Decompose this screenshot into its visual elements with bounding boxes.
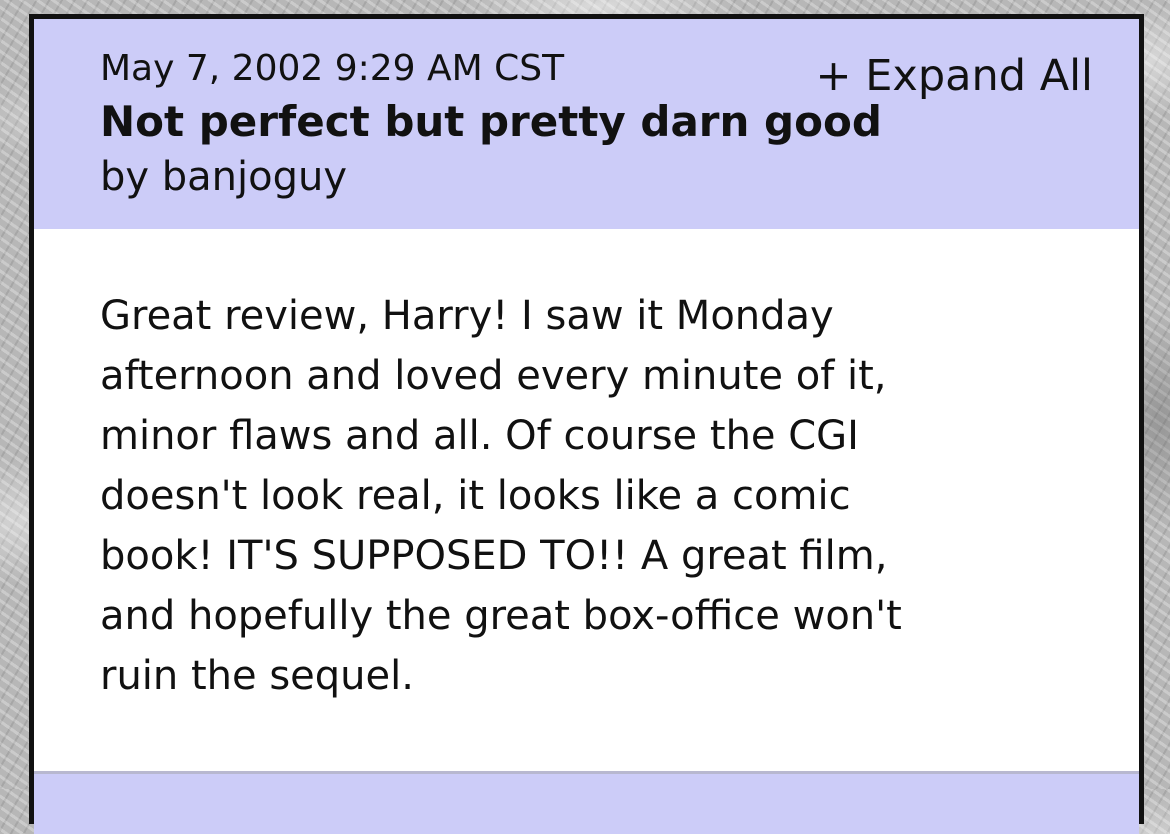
comment-timestamp: May 7, 2002 9:29 AM CST [100, 48, 565, 89]
comment-header: May 7, 2002 9:29 AM CST + Expand All Not… [34, 19, 1139, 229]
comment-card: May 7, 2002 9:29 AM CST + Expand All Not… [29, 14, 1144, 834]
comment-body-line: and hopefully the great box-office won't [100, 593, 902, 639]
next-comment-header [34, 771, 1139, 834]
comment-body-line: Great review, Harry! I saw it Monday [100, 293, 834, 339]
comment-body-line: doesn't look real, it looks like a comic [100, 473, 851, 519]
comment-body-line: afternoon and loved every minute of it, [100, 353, 887, 399]
comment-body-line: book! IT'S SUPPOSED TO!! A great film, [100, 533, 888, 579]
comment-author: by banjoguy [100, 154, 348, 200]
expand-all-link[interactable]: + Expand All [816, 52, 1093, 100]
comment-title: Not perfect but pretty darn good [100, 97, 882, 146]
comment-body-line: ruin the sequel. [100, 653, 414, 699]
comment-body: Great review, Harry! I saw it Monday aft… [100, 286, 1060, 706]
comment-body-line: minor flaws and all. Of course the CGI [100, 413, 859, 459]
